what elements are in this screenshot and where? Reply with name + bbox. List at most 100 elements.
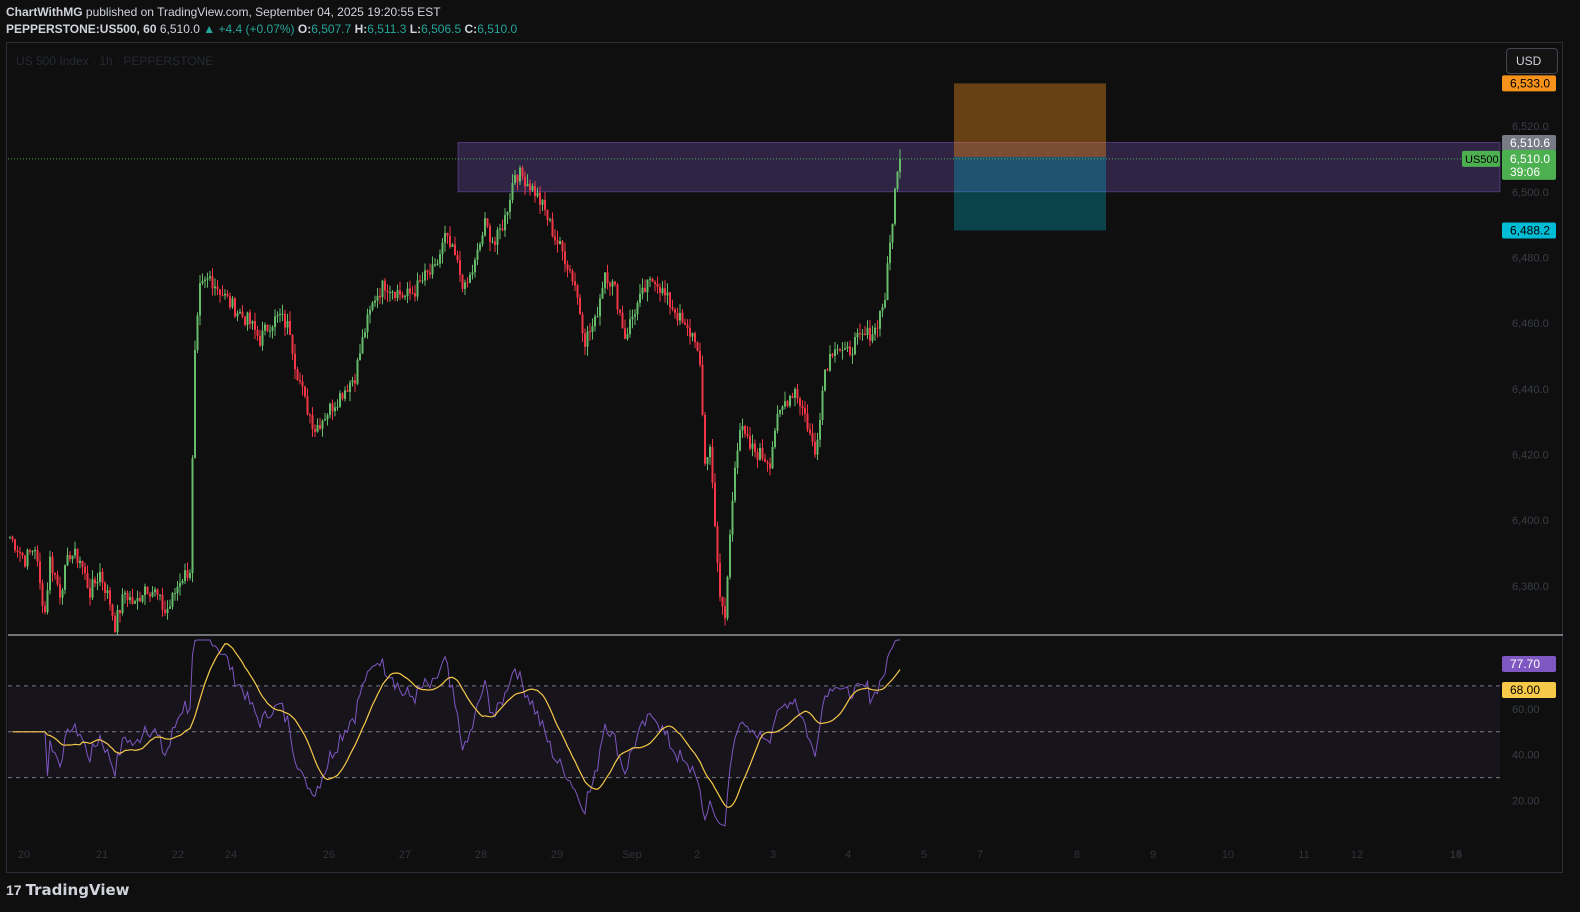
candle-body	[474, 259, 476, 273]
stop-price-tag: 6,488.2	[1510, 223, 1550, 237]
candle-body	[656, 283, 659, 287]
candle-body	[71, 555, 74, 560]
candle-body	[159, 594, 161, 596]
candle-body	[839, 349, 841, 351]
candle-body	[586, 331, 589, 347]
time-tick-label: 8	[1074, 849, 1080, 861]
candle-body	[479, 244, 481, 250]
candle-body	[236, 313, 239, 317]
price-tick-label: 6,460.0	[1512, 318, 1549, 330]
candle-body	[781, 406, 784, 410]
candle-body	[576, 285, 579, 298]
candle-body	[116, 609, 119, 633]
candle-body	[266, 324, 269, 332]
candle-body	[311, 415, 314, 429]
candle-body	[36, 549, 39, 562]
candle-body	[704, 414, 706, 464]
candle-body	[536, 192, 539, 197]
candle-body	[631, 316, 634, 320]
candle-body	[114, 616, 116, 633]
time-tick-label: 9	[1150, 849, 1156, 861]
candle-body	[691, 333, 694, 337]
candle-body	[191, 458, 194, 574]
candle-body	[316, 425, 319, 432]
candle-body	[599, 298, 601, 317]
time-tick-label: 24	[225, 849, 237, 861]
candle-body	[181, 581, 184, 584]
candle-body	[821, 390, 824, 420]
candle-body	[361, 337, 364, 354]
candle-body	[294, 353, 296, 370]
candle-body	[854, 337, 856, 355]
candle-body	[106, 590, 109, 594]
candle-body	[374, 300, 376, 303]
candle-body	[426, 270, 429, 273]
candle-body	[826, 369, 829, 371]
candle-body	[126, 592, 129, 600]
candle-body	[464, 282, 466, 290]
candle-body	[359, 353, 361, 360]
candle-body	[289, 320, 291, 336]
candle-body	[581, 314, 584, 334]
candle-body	[16, 550, 19, 553]
candle-body	[664, 288, 666, 296]
time-tick-label: 7	[977, 849, 983, 861]
candle-body	[851, 354, 854, 356]
candle-body	[94, 579, 96, 584]
candle-body	[534, 185, 536, 197]
candle-body	[199, 283, 201, 316]
currency-button[interactable]: USD	[1506, 48, 1558, 74]
candle-body	[459, 260, 461, 275]
candle-body	[799, 398, 801, 407]
candle-body	[646, 279, 649, 293]
bar-countdown: 39:06	[1510, 165, 1540, 179]
last-line-price-tag: 6,510.6	[1510, 136, 1550, 150]
candle-body	[269, 330, 271, 332]
candle-body	[416, 280, 419, 297]
candle-body	[259, 335, 261, 346]
chart-canvas[interactable]: 6,540.06,520.06,500.06,480.06,460.06,440…	[0, 0, 1580, 912]
candle-body	[741, 426, 744, 431]
price-tick-label: 6,380.0	[1512, 581, 1549, 593]
time-tick-label: 29	[551, 849, 563, 861]
candle-body	[146, 586, 149, 595]
candle-body	[121, 594, 124, 614]
candle-body	[306, 396, 309, 415]
candle-body	[169, 606, 171, 609]
candle-body	[614, 281, 616, 285]
candle-body	[339, 393, 341, 407]
candle-body	[666, 292, 669, 296]
candle-body	[246, 312, 249, 325]
candle-body	[539, 192, 541, 205]
candle-body	[709, 446, 711, 458]
time-tick-label: 28	[475, 849, 487, 861]
candle-body	[531, 185, 534, 191]
candle-body	[736, 450, 739, 468]
candle-body	[144, 586, 146, 596]
candle-body	[411, 293, 414, 295]
candle-body	[596, 316, 599, 318]
time-tick-label: Sep	[622, 849, 642, 861]
candle-body	[396, 290, 399, 298]
candle-body	[369, 309, 371, 315]
candle-body	[99, 571, 101, 582]
time-tick-label: 22	[172, 849, 184, 861]
candle-body	[254, 321, 256, 330]
time-tick-label: 4	[845, 849, 851, 861]
candle-body	[889, 242, 891, 264]
candle-body	[156, 589, 159, 595]
candle-body	[871, 334, 874, 341]
candle-body	[716, 526, 719, 563]
rsi-tick-label: 40.00	[1512, 750, 1540, 762]
candle-body	[831, 353, 834, 356]
stop-zone	[954, 156, 1106, 231]
candle-body	[816, 439, 819, 455]
candle-body	[231, 298, 234, 308]
candle-body	[734, 467, 736, 501]
candle-body	[876, 327, 879, 329]
candle-body	[11, 536, 14, 540]
candle-body	[766, 461, 769, 464]
candle-body	[296, 369, 299, 381]
candle-body	[694, 333, 696, 343]
candle-body	[881, 307, 884, 312]
